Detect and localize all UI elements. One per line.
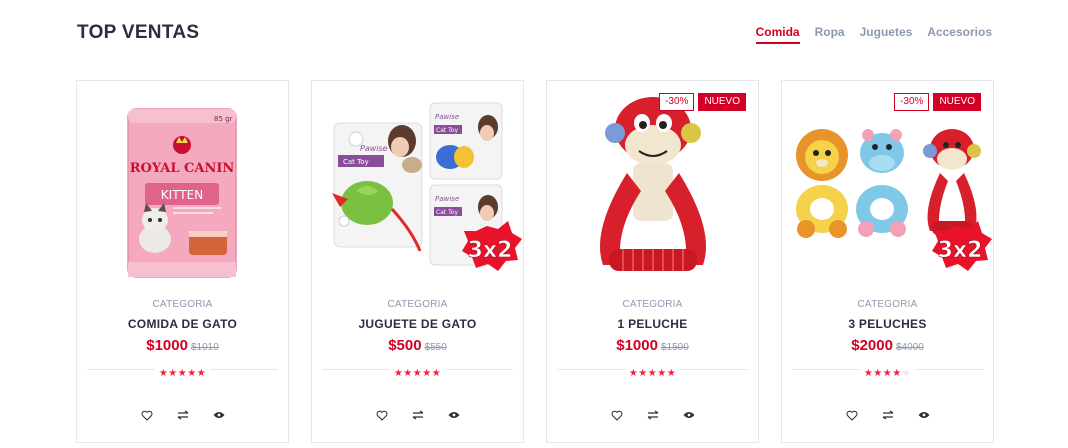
product-name[interactable]: JUGUETE DE GATO [312,317,523,331]
add-to-compare-button[interactable] [175,407,191,423]
heart-icon [376,410,387,421]
product-image-monkey-plush[interactable]: -30% NUEVO [547,81,758,296]
star-filled-icon: ★ [187,368,197,379]
product-price: $1000 [616,337,658,354]
product-price: $1000 [146,337,188,354]
heart-icon [846,410,857,421]
heart-icon [611,410,622,421]
exchange-icon [412,410,423,420]
product-rating: ★★★★★ [624,368,681,380]
svg-text:Pawise: Pawise [435,113,459,121]
tab-juguetes[interactable]: Juguetes [860,25,913,44]
svg-text:Pawise: Pawise [435,195,459,203]
product-image-three-plush-toys[interactable]: 3x2 -30% NUEVO [782,81,993,296]
star-filled-icon: ★ [628,368,639,379]
star-filled-icon: ★ [657,368,667,379]
svg-text:ROYAL CANIN: ROYAL CANIN [130,161,235,176]
star-filled-icon: ★ [638,368,648,379]
exchange-icon [177,410,188,420]
star-filled-icon: ★ [422,368,432,379]
product-rating: ★★★★★ [154,368,211,380]
product-name[interactable]: 1 PELUCHE [547,317,758,331]
star-empty-icon: ★ [901,368,912,379]
exchange-icon [647,410,658,420]
quick-view-button[interactable] [446,407,462,423]
product-image-cat-toy[interactable]: Pawise Cat Toy Pawise Cat Toy Pawise Cat… [312,81,523,296]
svg-text:Cat Toy: Cat Toy [436,209,458,216]
add-to-wishlist-button[interactable] [374,407,390,423]
product-old-price: $4000 [895,342,924,353]
heart-icon [141,410,152,421]
promo-badge: 3x2 [938,238,983,263]
eye-icon [448,412,459,418]
product-old-price: $1010 [190,342,219,353]
svg-text:85 gr: 85 gr [214,115,233,123]
star-filled-icon: ★ [196,368,207,379]
star-filled-icon: ★ [873,368,883,379]
category-tabs: Comida Ropa Juguetes Accesorios [755,25,992,44]
tab-accesorios[interactable]: Accesorios [927,25,992,44]
add-to-compare-button[interactable] [880,407,896,423]
add-to-compare-button[interactable] [410,407,426,423]
sale-badge: -30% [659,93,695,111]
product-price: $2000 [851,337,893,354]
exchange-icon [882,410,893,420]
product-category: CATEGORIA [857,299,918,310]
product-image-cat-food-pouch[interactable]: 85 gr ROYAL CANIN KITTEN [77,81,288,296]
product-name[interactable]: 3 PELUCHES [782,317,993,331]
star-filled-icon: ★ [403,368,413,379]
tab-ropa[interactable]: Ropa [815,25,845,44]
product-card[interactable]: 85 gr ROYAL CANIN KITTEN CATEGORIA COMID… [76,80,289,443]
eye-icon [918,412,929,418]
star-filled-icon: ★ [863,368,874,379]
sale-badge: -30% [894,93,930,111]
star-filled-icon: ★ [666,368,677,379]
product-price: $500 [388,337,422,354]
product-rating: ★★★★★ [389,368,446,380]
product-name[interactable]: COMIDA DE GATO [77,317,288,331]
star-filled-icon: ★ [393,368,404,379]
star-filled-icon: ★ [892,368,902,379]
quick-view-button[interactable] [681,407,697,423]
section-title: TOP VENTAS [77,22,200,43]
product-card[interactable]: -30% NUEVO CATEGORIA 1 PELUCHE $1000 $150… [546,80,759,443]
product-card[interactable]: 3x2 -30% NUEVO CATEGORIA 3 PELUCHES $200… [781,80,994,443]
new-badge: NUEVO [933,93,981,111]
product-rating: ★★★★★ [859,368,916,380]
star-filled-icon: ★ [882,368,893,379]
star-filled-icon: ★ [647,368,658,379]
product-category: CATEGORIA [152,299,213,310]
svg-text:Cat Toy: Cat Toy [343,158,369,166]
eye-icon [683,412,694,418]
star-filled-icon: ★ [158,368,169,379]
product-old-price: $550 [424,342,447,353]
svg-text:Pawise: Pawise [360,144,388,153]
star-filled-icon: ★ [177,368,188,379]
add-to-wishlist-button[interactable] [844,407,860,423]
add-to-compare-button[interactable] [645,407,661,423]
product-card[interactable]: Pawise Cat Toy Pawise Cat Toy Pawise Cat… [311,80,524,443]
product-category: CATEGORIA [622,299,683,310]
add-to-wishlist-button[interactable] [139,407,155,423]
product-category: CATEGORIA [387,299,448,310]
tab-comida[interactable]: Comida [755,25,800,44]
product-old-price: $1500 [660,342,689,353]
star-filled-icon: ★ [431,368,442,379]
add-to-wishlist-button[interactable] [609,407,625,423]
svg-text:Cat Toy: Cat Toy [436,127,458,134]
quick-view-button[interactable] [211,407,227,423]
quick-view-button[interactable] [916,407,932,423]
promo-badge: 3x2 [468,238,513,263]
star-filled-icon: ★ [412,368,423,379]
eye-icon [213,412,224,418]
svg-text:KITTEN: KITTEN [161,188,203,202]
new-badge: NUEVO [698,93,746,111]
star-filled-icon: ★ [168,368,178,379]
